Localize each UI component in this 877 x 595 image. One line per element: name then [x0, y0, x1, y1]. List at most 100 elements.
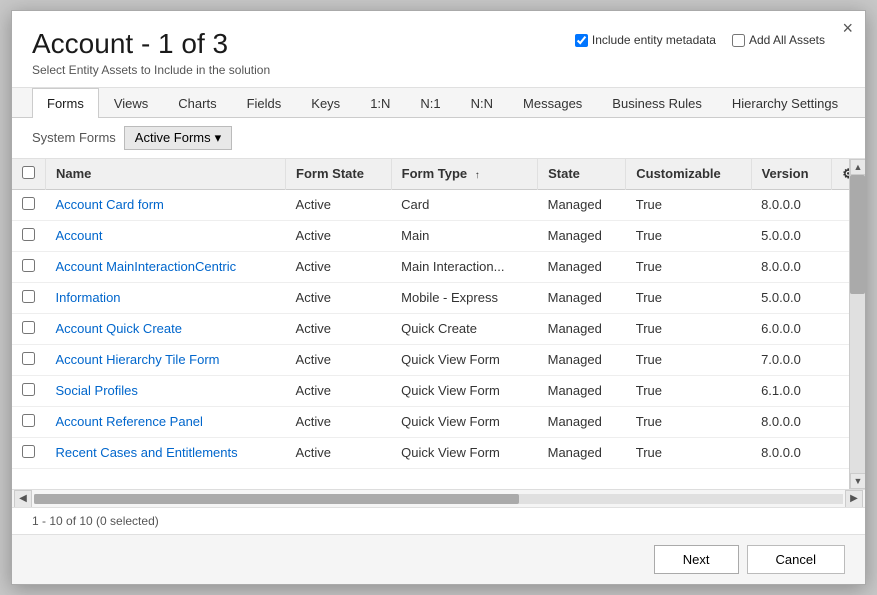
row-form-type-cell: Mobile - Express: [391, 282, 537, 313]
form-name-link[interactable]: Account Card form: [56, 197, 164, 212]
row-name-cell: Account MainInteractionCentric: [46, 251, 286, 282]
row-checkbox-cell[interactable]: [12, 220, 46, 251]
cancel-button[interactable]: Cancel: [747, 545, 845, 574]
row-form-type-cell: Card: [391, 189, 537, 220]
row-customizable-cell: True: [626, 313, 751, 344]
tab-forms[interactable]: Forms: [32, 88, 99, 118]
row-checkbox[interactable]: [22, 383, 35, 396]
row-state-cell: Managed: [538, 313, 626, 344]
row-checkbox[interactable]: [22, 290, 35, 303]
table-row: Account Card form Active Card Managed Tr…: [12, 189, 865, 220]
row-state-cell: Managed: [538, 406, 626, 437]
next-button[interactable]: Next: [654, 545, 739, 574]
row-form-state-cell: Active: [286, 220, 392, 251]
table-scroll[interactable]: Name Form State Form Type ↑ State Custom…: [12, 159, 865, 489]
row-state-cell: Managed: [538, 251, 626, 282]
row-checkbox[interactable]: [22, 321, 35, 334]
row-version-cell: 5.0.0.0: [751, 220, 832, 251]
select-all-checkbox[interactable]: [22, 166, 35, 179]
row-checkbox-cell[interactable]: [12, 251, 46, 282]
tab-n1[interactable]: N:1: [405, 88, 455, 118]
form-name-link[interactable]: Account Reference Panel: [56, 414, 203, 429]
row-form-state-cell: Active: [286, 282, 392, 313]
status-text: 1 - 10 of 10 (0 selected): [32, 514, 159, 528]
active-forms-label: Active Forms: [135, 130, 211, 145]
tab-hierarchy-settings[interactable]: Hierarchy Settings: [717, 88, 853, 118]
row-checkbox-cell[interactable]: [12, 282, 46, 313]
row-customizable-cell: True: [626, 189, 751, 220]
row-form-type-cell: Main Interaction...: [391, 251, 537, 282]
row-checkbox-cell[interactable]: [12, 437, 46, 468]
row-form-type-cell: Quick View Form: [391, 437, 537, 468]
row-checkbox-cell[interactable]: [12, 406, 46, 437]
row-checkbox[interactable]: [22, 259, 35, 272]
row-version-cell: 5.0.0.0: [751, 282, 832, 313]
tab-messages[interactable]: Messages: [508, 88, 597, 118]
tab-keys[interactable]: Keys: [296, 88, 355, 118]
row-checkbox[interactable]: [22, 228, 35, 241]
row-name-cell: Recent Cases and Entitlements: [46, 437, 286, 468]
col-form-state: Form State: [286, 159, 392, 190]
form-name-link[interactable]: Account MainInteractionCentric: [56, 259, 237, 274]
row-state-cell: Managed: [538, 220, 626, 251]
close-button[interactable]: ×: [842, 19, 853, 37]
row-checkbox-cell[interactable]: [12, 313, 46, 344]
row-checkbox[interactable]: [22, 197, 35, 210]
select-all-header[interactable]: [12, 159, 46, 190]
tab-charts[interactable]: Charts: [163, 88, 231, 118]
sort-arrow-icon: ↑: [475, 170, 480, 181]
vertical-scrollbar[interactable]: ▲ ▼: [849, 159, 865, 489]
form-name-link[interactable]: Information: [56, 290, 121, 305]
row-version-cell: 8.0.0.0: [751, 437, 832, 468]
horizontal-scrollbar[interactable]: ◀ ▶: [12, 489, 865, 507]
form-name-link[interactable]: Account Quick Create: [56, 321, 182, 336]
tab-views[interactable]: Views: [99, 88, 163, 118]
row-version-cell: 8.0.0.0: [751, 189, 832, 220]
add-all-assets-checkbox[interactable]: [732, 34, 745, 47]
tab-fields[interactable]: Fields: [232, 88, 297, 118]
tabs-bar: Forms Views Charts Fields Keys 1:N N:1 N…: [12, 88, 865, 118]
col-version: Version: [751, 159, 832, 190]
scroll-thumb-v: [850, 175, 865, 294]
tab-business-rules[interactable]: Business Rules: [597, 88, 717, 118]
add-all-assets-label[interactable]: Add All Assets: [732, 33, 825, 47]
row-form-type-cell: Quick View Form: [391, 406, 537, 437]
include-metadata-checkbox[interactable]: [575, 34, 588, 47]
form-name-link[interactable]: Account: [56, 228, 103, 243]
row-state-cell: Managed: [538, 344, 626, 375]
dialog-header: Account - 1 of 3 Select Entity Assets to…: [12, 11, 865, 88]
row-version-cell: 6.1.0.0: [751, 375, 832, 406]
subbar: System Forms Active Forms ▾: [12, 118, 865, 159]
scroll-down-button[interactable]: ▼: [850, 473, 865, 489]
scroll-right-button[interactable]: ▶: [845, 490, 863, 508]
table-row: Account MainInteractionCentric Active Ma…: [12, 251, 865, 282]
form-name-link[interactable]: Recent Cases and Entitlements: [56, 445, 238, 460]
row-form-type-cell: Main: [391, 220, 537, 251]
row-checkbox[interactable]: [22, 445, 35, 458]
row-checkbox-cell[interactable]: [12, 189, 46, 220]
tab-nn[interactable]: N:N: [456, 88, 508, 118]
col-form-type[interactable]: Form Type ↑: [391, 159, 537, 190]
scroll-up-button[interactable]: ▲: [850, 159, 865, 175]
system-forms-label: System Forms: [32, 130, 116, 145]
row-checkbox-cell[interactable]: [12, 375, 46, 406]
table-row: Information Active Mobile - Express Mana…: [12, 282, 865, 313]
form-name-link[interactable]: Account Hierarchy Tile Form: [56, 352, 220, 367]
scroll-track-h: [34, 494, 843, 504]
dialog-footer: Next Cancel: [12, 534, 865, 584]
row-name-cell: Account: [46, 220, 286, 251]
row-checkbox[interactable]: [22, 352, 35, 365]
row-checkbox-cell[interactable]: [12, 344, 46, 375]
active-forms-button[interactable]: Active Forms ▾: [124, 126, 232, 150]
scroll-left-button[interactable]: ◀: [14, 490, 32, 508]
col-name: Name: [46, 159, 286, 190]
row-checkbox[interactable]: [22, 414, 35, 427]
header-options: Include entity metadata Add All Assets: [575, 33, 825, 47]
include-metadata-label[interactable]: Include entity metadata: [575, 33, 716, 47]
tab-1n[interactable]: 1:N: [355, 88, 405, 118]
row-customizable-cell: True: [626, 344, 751, 375]
row-version-cell: 6.0.0.0: [751, 313, 832, 344]
row-name-cell: Account Reference Panel: [46, 406, 286, 437]
row-form-state-cell: Active: [286, 189, 392, 220]
form-name-link[interactable]: Social Profiles: [56, 383, 138, 398]
